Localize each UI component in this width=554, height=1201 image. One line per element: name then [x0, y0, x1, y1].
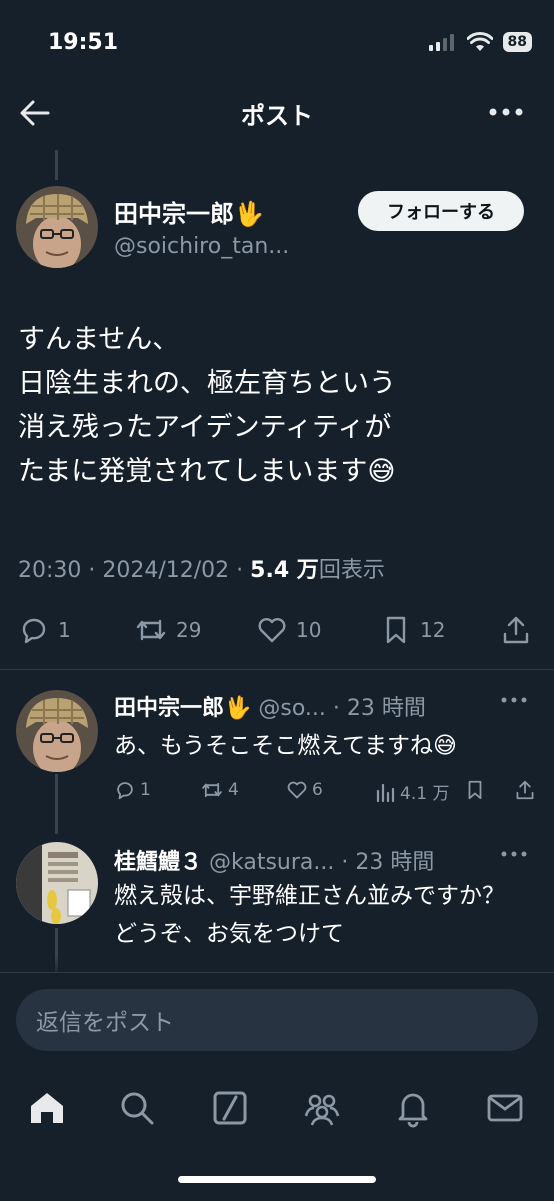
- like-count: 10: [296, 618, 322, 642]
- bottom-tab-bar: [0, 1083, 554, 1133]
- like-count: 6: [312, 780, 323, 800]
- views-button[interactable]: 4.1 万: [374, 779, 449, 804]
- reply-avatar[interactable]: [16, 690, 98, 772]
- reply-action-bar: 1 4 6 4.1 万: [114, 779, 536, 805]
- post-timestamp: 20:30 · 2024/12/02 ·: [18, 558, 251, 583]
- tab-home[interactable]: [22, 1083, 72, 1133]
- reply-button[interactable]: 1: [114, 779, 151, 801]
- reply-icon: [117, 782, 133, 800]
- repost-button[interactable]: 29: [134, 614, 201, 646]
- battery-indicator: 88: [502, 32, 532, 52]
- more-horizontal-icon: [501, 697, 527, 703]
- follow-button[interactable]: フォローする: [358, 191, 524, 231]
- reply-count: 1: [140, 780, 151, 800]
- tab-search[interactable]: [112, 1083, 162, 1133]
- search-icon: [121, 1092, 154, 1125]
- bookmark-button[interactable]: [464, 779, 486, 801]
- analytics-icon: [376, 783, 395, 802]
- reply-avatar[interactable]: [16, 842, 98, 924]
- bookmark-count: 12: [420, 618, 446, 642]
- author-avatar[interactable]: [16, 186, 98, 268]
- reply-header: 桂鱈鱧３ @katsura... · 23 時間: [114, 844, 434, 876]
- status-icons: 88: [428, 32, 532, 52]
- author-handle[interactable]: @soichiro_tan...: [114, 234, 289, 259]
- share-button[interactable]: [500, 614, 532, 646]
- reply-handle-time: @katsura... · 23 時間: [202, 850, 435, 875]
- reply-text: 燃え殻は、宇野維正さん並みですか？ どうぞ、お気をつけて: [114, 883, 505, 947]
- post-action-bar: 1 29 10 12: [0, 614, 554, 654]
- heart-icon: [258, 618, 286, 643]
- avatar-photo: [16, 186, 98, 268]
- more-horizontal-icon: [489, 108, 523, 116]
- repost-icon: [136, 619, 166, 641]
- bell-icon: [398, 1093, 428, 1128]
- view-count[interactable]: 5.4 万: [250, 558, 319, 583]
- communities-icon: [304, 1094, 340, 1126]
- share-icon: [516, 780, 534, 800]
- avatar-photo: [16, 842, 98, 924]
- home-icon: [31, 1093, 63, 1123]
- repost-count: 29: [176, 618, 202, 642]
- repost-icon: [202, 782, 222, 798]
- page-title: ポスト: [241, 102, 313, 130]
- share-button[interactable]: [514, 779, 536, 801]
- view-count-label: 回表示: [318, 558, 385, 583]
- reply-icon: [22, 618, 46, 644]
- reply-handle-time: @so... · 23 時間: [251, 696, 426, 721]
- author-name[interactable]: 田中宗一郎🖖: [114, 194, 264, 229]
- reply-author-name[interactable]: 桂鱈鱧３: [114, 850, 202, 875]
- share-icon: [503, 616, 529, 644]
- mail-icon: [487, 1094, 523, 1122]
- avatar-photo: [16, 690, 98, 772]
- thread-connector-line: [55, 774, 58, 834]
- tab-messages[interactable]: [480, 1083, 530, 1133]
- cellular-signal-icon: [428, 34, 454, 51]
- view-count: 4.1 万: [400, 784, 450, 804]
- divider: [0, 669, 554, 670]
- bookmark-icon: [386, 616, 406, 644]
- reply-text: あ、もうそこそこ燃えてますね😅: [114, 733, 457, 759]
- reply-more-button[interactable]: [500, 844, 528, 864]
- repost-count: 4: [228, 780, 239, 800]
- tab-communities[interactable]: [297, 1083, 347, 1133]
- reply-header: 田中宗一郎🖖 @so... · 23 時間: [114, 690, 426, 722]
- reply-input[interactable]: 返信をポスト: [16, 989, 538, 1051]
- grok-icon: [213, 1091, 247, 1125]
- tab-notifications[interactable]: [388, 1083, 438, 1133]
- heart-icon: [287, 781, 307, 799]
- post-metadata: 20:30 · 2024/12/02 · 5.4 万回表示: [18, 552, 385, 584]
- wifi-icon: [466, 32, 493, 51]
- thread-connector-line: [55, 150, 58, 180]
- more-horizontal-icon: [501, 851, 527, 857]
- like-button[interactable]: 6: [286, 779, 323, 801]
- reply-count: 1: [58, 618, 71, 642]
- post-text: すんません、 日陰生まれの、極左育ちという 消え残ったアイデンティティが たまに…: [18, 324, 396, 487]
- more-options-button[interactable]: [488, 100, 524, 124]
- bookmark-icon: [468, 780, 482, 800]
- bookmark-button[interactable]: 12: [380, 614, 445, 646]
- reply-button[interactable]: 1: [18, 614, 71, 646]
- repost-button[interactable]: 4: [200, 779, 239, 801]
- status-time: 19:51: [48, 30, 119, 55]
- home-indicator: [178, 1176, 376, 1183]
- like-button[interactable]: 10: [256, 614, 321, 646]
- reply-author-name[interactable]: 田中宗一郎🖖: [114, 696, 251, 721]
- reply-more-button[interactable]: [500, 690, 528, 710]
- tab-grok[interactable]: [205, 1083, 255, 1133]
